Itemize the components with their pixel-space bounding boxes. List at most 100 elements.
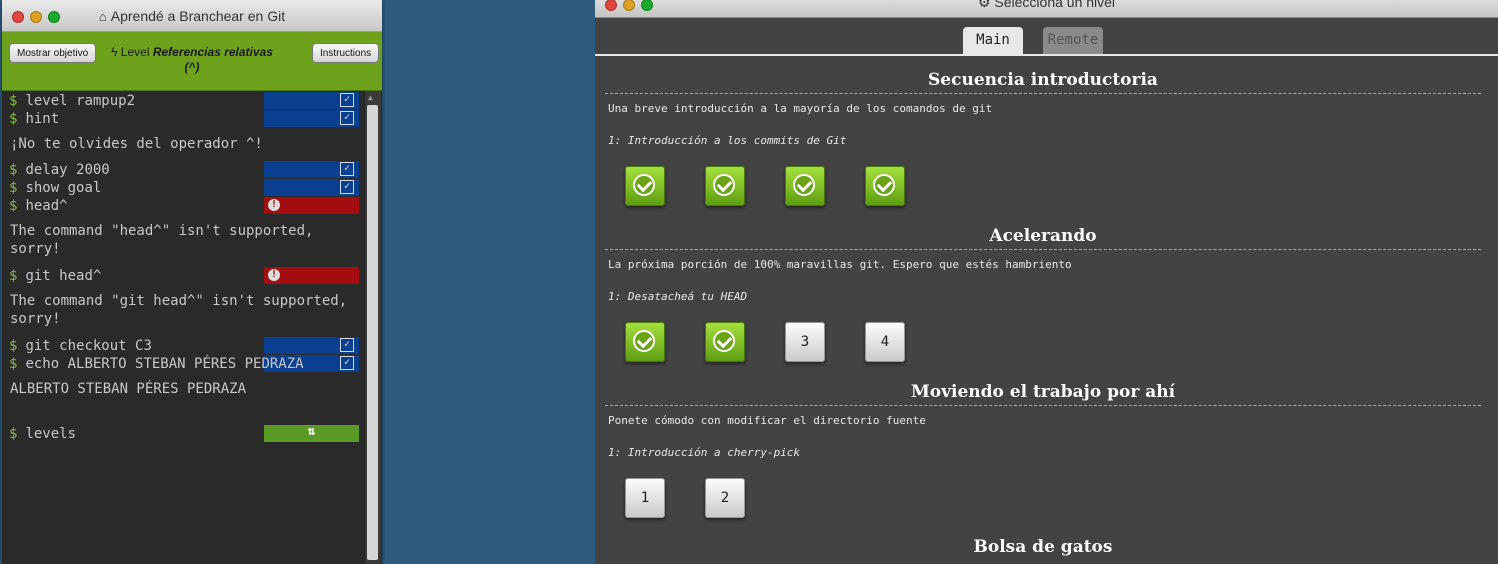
checkbox-icon: ✓	[340, 162, 354, 176]
level-section: Acelerando La próxima porción de 100% mar…	[605, 225, 1481, 366]
prompt-symbol: $	[9, 162, 18, 178]
terminal-command-line: ✓ $ hint	[2, 110, 364, 128]
terminal-window: ⌂ Aprendé a Branchear en Git Mostrar obje…	[2, 0, 382, 564]
level-button[interactable]: 1	[625, 478, 665, 518]
level-button[interactable]: 4	[865, 322, 905, 362]
section-divider	[605, 93, 1481, 94]
level-button[interactable]: 3	[785, 322, 825, 362]
level-selector-window: ⚙ Selecciona un nivel Main Remote Secuen…	[595, 0, 1498, 564]
instructions-button[interactable]: Instructions	[312, 43, 380, 63]
section-title: Moviendo el trabajo por ahí	[910, 382, 1176, 402]
scroll-up-icon[interactable]: ▲	[368, 93, 373, 102]
tab-bar: Main Remote	[963, 27, 1103, 55]
level-title: ϟ Level Referencias relativas (^)	[111, 45, 273, 74]
prompt-symbol: $	[9, 198, 18, 214]
current-level-name: 1: Introducción a cherry-pick	[608, 446, 801, 459]
prompt-symbol: $	[9, 268, 18, 284]
terminal-command-line: ✓ $ level rampup2	[2, 92, 364, 110]
command-text: show goal	[25, 180, 102, 196]
command-status-badge: ✓	[264, 161, 359, 178]
command-status-badge: ⇅	[264, 425, 359, 442]
command-text: levels	[25, 426, 77, 442]
level-section: Moviendo el trabajo por ahí Ponete cómodo…	[605, 381, 1481, 522]
level-button-completed[interactable]	[705, 322, 745, 362]
terminal-window-title: ⌂ Aprendé a Branchear en Git	[98, 8, 286, 24]
gear-icon: ⚙	[977, 0, 991, 10]
selector-window-title: ⚙ Selecciona un nivel	[595, 0, 1498, 11]
terminal-output[interactable]: ✓ $ level rampup2 ✓ $ hint ¡No te olvides del …	[2, 91, 364, 564]
command-text: level rampup2	[25, 93, 136, 109]
checkmark-icon	[793, 174, 815, 196]
command-text: echo ALBERTO STEBAN PÉRES PEDRAZA	[25, 356, 304, 372]
terminal-command-line: ! $ git head^	[2, 267, 364, 285]
command-status-badge: ✓	[264, 337, 359, 354]
section-description: La próxima porción de 100% maravillas gi…	[608, 258, 1072, 271]
level-button-completed[interactable]	[705, 166, 745, 206]
command-text: hint	[25, 111, 60, 127]
checkmark-icon	[633, 174, 655, 196]
scroll-thumb[interactable]	[367, 105, 378, 560]
terminal-output-text: The command "head^" isn't supported, sor…	[10, 223, 322, 257]
command-status-badge: ✓	[264, 179, 359, 196]
prompt-symbol: $	[9, 356, 18, 372]
current-level-name: 1: Desatacheá tu HEAD	[608, 290, 748, 303]
goal-bar: Mostrar objetivo ϟ Level Referencias rel…	[2, 32, 382, 91]
level-button[interactable]: 2	[705, 478, 745, 518]
checkbox-icon: ✓	[340, 338, 354, 352]
checkbox-icon: ✓	[340, 111, 354, 125]
section-divider	[605, 249, 1481, 250]
level-button-row: 34	[605, 322, 1481, 366]
prompt-symbol: $	[9, 111, 18, 127]
checkmark-icon	[713, 174, 735, 196]
terminal-command-line: ! $ head^	[2, 197, 364, 215]
checkmark-icon	[633, 330, 655, 352]
checkbox-icon: ✓	[340, 356, 354, 370]
terminal-command-line: ⇅ $ levels	[2, 425, 364, 443]
selector-titlebar: ⚙ Selecciona un nivel	[595, 0, 1498, 18]
section-description: Una breve introducción a la mayoría de l…	[608, 102, 993, 115]
refresh-icon: ⇅	[307, 424, 316, 439]
tab-main[interactable]: Main	[963, 27, 1023, 55]
tab-remote[interactable]: Remote	[1043, 27, 1103, 55]
checkmark-icon	[873, 174, 895, 196]
show-goal-button[interactable]: Mostrar objetivo	[9, 43, 97, 63]
terminal-titlebar: ⌂ Aprendé a Branchear en Git	[2, 0, 382, 32]
checkbox-icon: ✓	[340, 93, 354, 107]
terminal-scrollbar[interactable]: ▲	[364, 91, 381, 564]
terminal-output-text: ALBERTO STEBAN PÉRES PEDRAZA	[10, 381, 247, 397]
terminal-output-text: The command "git head^" isn't supported,…	[10, 293, 356, 327]
level-button-row: 12	[605, 478, 1481, 522]
section-title: Acelerando	[989, 226, 1097, 246]
command-status-badge: !	[264, 197, 359, 214]
section-description: Ponete cómodo con modificar el directori…	[608, 414, 926, 427]
terminal-command-line: ✓ $ echo ALBERTO STEBAN PÉRES PEDRAZA	[2, 355, 364, 373]
section-title: Bolsa de gatos	[973, 537, 1113, 557]
level-button-completed[interactable]	[625, 322, 665, 362]
level-section: Bolsa de gatos	[605, 536, 1481, 558]
level-section: Secuencia introductoria Una breve introdu…	[605, 69, 1481, 210]
checkmark-icon	[713, 330, 735, 352]
terminal-command-line: ✓ $ git checkout C3	[2, 337, 364, 355]
error-icon: !	[268, 199, 280, 211]
command-text: git head^	[25, 268, 102, 284]
command-status-badge: ✓	[264, 110, 359, 127]
prompt-symbol: $	[9, 93, 18, 109]
current-level-name: 1: Introducción a los commits de Git	[608, 134, 847, 147]
prompt-symbol: $	[9, 180, 18, 196]
section-divider	[605, 405, 1481, 406]
terminal-output-text: ¡No te olvides del operador ^!	[10, 136, 263, 152]
level-button-completed[interactable]	[785, 166, 825, 206]
section-title: Secuencia introductoria	[928, 70, 1158, 90]
home-icon: ⌂	[98, 9, 107, 24]
level-button-completed[interactable]	[625, 166, 665, 206]
prompt-symbol: $	[9, 338, 18, 354]
command-text: head^	[25, 198, 68, 214]
prompt-symbol: $	[9, 426, 18, 442]
command-status-badge: ✓	[264, 92, 359, 109]
error-icon: !	[268, 269, 280, 281]
tab-divider	[595, 54, 1498, 56]
terminal-command-line: ✓ $ show goal	[2, 179, 364, 197]
level-button-row	[605, 166, 1481, 210]
terminal-command-line: ✓ $ delay 2000	[2, 161, 364, 179]
level-button-completed[interactable]	[865, 166, 905, 206]
